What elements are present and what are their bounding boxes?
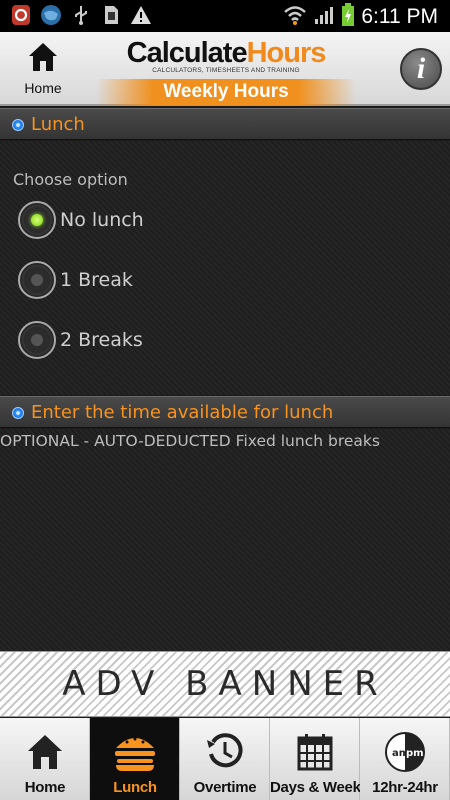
warning-icon bbox=[130, 4, 152, 26]
am-pm-icon: am pm bbox=[360, 730, 450, 774]
signal-icon bbox=[313, 4, 335, 30]
tab-label: Home bbox=[24, 779, 66, 796]
battery-charging-icon bbox=[341, 3, 355, 31]
app-shield-icon bbox=[10, 4, 32, 26]
globe-icon bbox=[40, 4, 62, 26]
status-bar: 6:11 PM bbox=[0, 0, 450, 32]
calendar-icon bbox=[270, 730, 360, 774]
lunch-time-note: OPTIONAL - AUTO-DEDUCTED Fixed lunch bre… bbox=[0, 432, 380, 450]
sd-card-icon bbox=[100, 4, 122, 26]
radio-button[interactable] bbox=[18, 321, 56, 359]
option-label: 2 Breaks bbox=[60, 329, 143, 351]
section-bullet-icon bbox=[12, 119, 24, 131]
option-1-break[interactable]: 1 Break bbox=[18, 260, 133, 300]
tab-label: Days & Weeks bbox=[270, 779, 369, 796]
page-subtitle: Weekly Hours bbox=[96, 79, 356, 105]
tab-label: Lunch bbox=[113, 779, 157, 796]
choose-option-label: Choose option bbox=[13, 170, 128, 189]
app-logo: CalculateHours CALCULATORS, TIMESHEETS A… bbox=[120, 38, 332, 74]
tab-lunch[interactable]: Lunch bbox=[90, 718, 180, 800]
home-icon bbox=[0, 730, 90, 774]
tab-overtime[interactable]: Overtime bbox=[180, 718, 270, 800]
lunch-time-section-title: Enter the time available for lunch bbox=[31, 402, 334, 423]
option-no-lunch[interactable]: No lunch bbox=[18, 200, 144, 240]
info-button[interactable]: i bbox=[400, 48, 442, 90]
lunch-section-header: Lunch bbox=[0, 108, 450, 140]
burger-icon bbox=[90, 730, 180, 774]
logo-calc-text: Calculate bbox=[126, 37, 248, 69]
header-home-label: Home bbox=[24, 80, 62, 96]
clock-icon bbox=[180, 730, 270, 774]
usb-icon bbox=[70, 4, 92, 26]
option-label: No lunch bbox=[60, 209, 144, 231]
tab-label: 12hr-24hr bbox=[372, 779, 438, 796]
lunch-time-panel bbox=[0, 429, 450, 651]
ad-banner[interactable]: ADV BANNER bbox=[0, 651, 450, 717]
tab-home[interactable]: Home bbox=[0, 718, 90, 800]
radio-button-selected[interactable] bbox=[18, 201, 56, 239]
lunch-section-title: Lunch bbox=[31, 114, 85, 135]
ad-banner-text: ADV BANNER bbox=[62, 664, 388, 704]
lunch-time-section-header: Enter the time available for lunch bbox=[0, 396, 450, 428]
bottom-tab-bar: Home Lunch Overtime Days & Weeks am pm 12… bbox=[0, 718, 450, 800]
logo-hours-text: Hours bbox=[246, 37, 327, 69]
tab-12hr-24hr[interactable]: am pm 12hr-24hr bbox=[360, 718, 450, 800]
home-icon bbox=[26, 43, 60, 78]
radio-button[interactable] bbox=[18, 261, 56, 299]
section-bullet-icon bbox=[12, 407, 24, 419]
app-header: Home CalculateHours CALCULATORS, TIMESHE… bbox=[0, 32, 450, 106]
option-2-breaks[interactable]: 2 Breaks bbox=[18, 320, 143, 360]
option-label: 1 Break bbox=[60, 269, 133, 291]
wifi-icon bbox=[283, 4, 307, 30]
svg-text:pm: pm bbox=[406, 748, 424, 759]
tab-label: Overtime bbox=[193, 779, 257, 796]
tab-days-weeks[interactable]: Days & Weeks bbox=[270, 718, 369, 800]
header-home-button[interactable]: Home bbox=[14, 40, 72, 96]
status-time: 6:11 PM bbox=[361, 5, 438, 28]
